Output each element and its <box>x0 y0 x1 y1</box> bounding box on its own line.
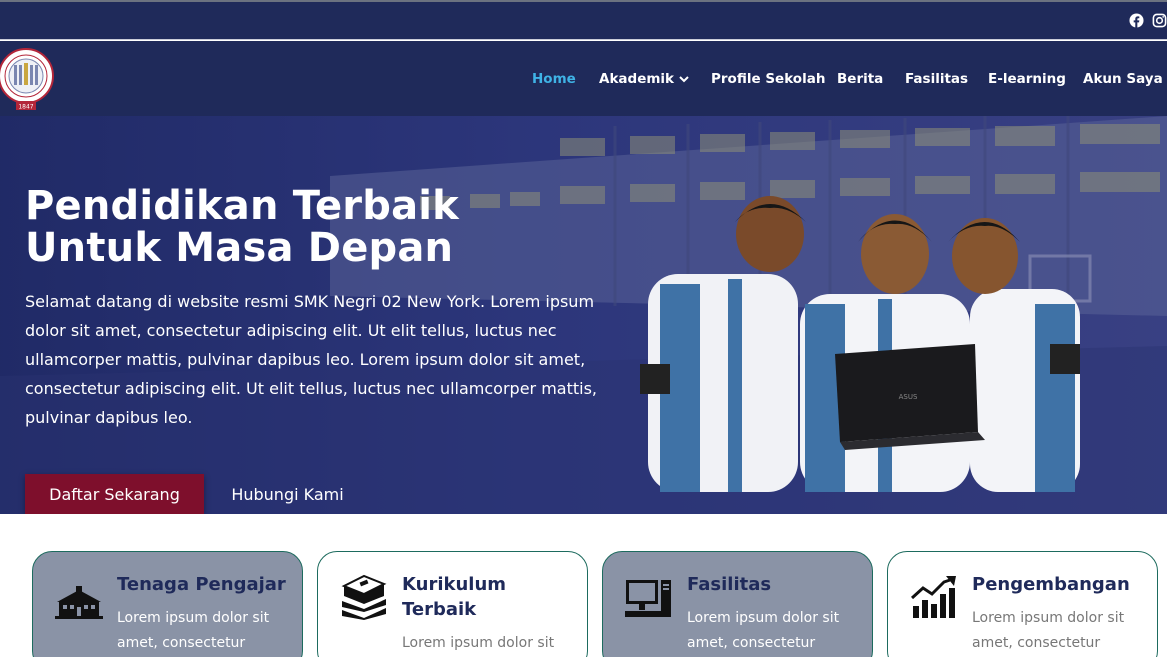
social-links <box>1129 13 1167 28</box>
card-fasilitas[interactable]: Fasilitas Lorem ipsum dolor sit amet, co… <box>602 551 873 657</box>
hero-title: Pendidikan Terbaik Untuk Masa Depan <box>25 185 585 269</box>
school-seal-logo[interactable]: 1847 <box>0 43 56 113</box>
growth-chart-icon <box>908 574 960 620</box>
chevron-down-icon <box>679 75 689 83</box>
svg-text:ASUS: ASUS <box>899 393 918 401</box>
instagram-icon[interactable] <box>1152 13 1167 28</box>
nav-akun-saya[interactable]: Akun Saya <box>1083 71 1167 87</box>
nav-fasilitas[interactable]: Fasilitas <box>905 71 988 87</box>
top-bar <box>0 0 1167 40</box>
nav-e-learning[interactable]: E-learning <box>988 71 1083 87</box>
main-navbar: 1847 Home Akademik Profile Sekolah Berit… <box>0 41 1167 116</box>
hubungi-kami-button[interactable]: Hubungi Kami <box>210 474 365 514</box>
hero-description: Selamat datang di website resmi SMK Negr… <box>25 292 598 427</box>
books-icon <box>338 574 390 620</box>
nav-profile-sekolah[interactable]: Profile Sekolah <box>711 71 837 87</box>
card-title: Kurikulum Terbaik <box>402 574 507 620</box>
card-text: Lorem ipsum dolor sit <box>402 635 555 651</box>
card-tenaga-pengajar[interactable]: Tenaga Pengajar Lorem ipsum dolor sit am… <box>32 551 303 657</box>
card-text: Lorem ipsum dolor sit <box>972 610 1125 626</box>
hero-title-line2: Untuk Masa Depan <box>25 225 454 271</box>
nav-akademik-label: Akademik <box>599 70 675 87</box>
primary-nav: Home Akademik Profile Sekolah Berita Fas… <box>532 41 1167 116</box>
nav-berita[interactable]: Berita <box>837 71 905 87</box>
card-text: Lorem ipsum dolor sit <box>687 610 840 626</box>
students-photo: ASUS <box>640 196 1080 492</box>
logo-year: 1847 <box>18 104 33 111</box>
feature-cards: Tenaga Pengajar Lorem ipsum dolor sit am… <box>0 514 1167 657</box>
card-pengembangan[interactable]: Pengembangan Lorem ipsum dolor sit amet,… <box>887 551 1158 657</box>
school-building-icon <box>53 574 105 620</box>
facebook-icon[interactable] <box>1129 13 1144 28</box>
card-title: Pengembangan <box>972 574 1130 595</box>
hero-title-line1: Pendidikan Terbaik <box>25 183 459 229</box>
nav-akademik[interactable]: Akademik <box>599 71 711 87</box>
card-text: amet, consectetur <box>687 635 816 651</box>
card-kurikulum-terbaik[interactable]: Kurikulum Terbaik Lorem ipsum dolor sit <box>317 551 588 657</box>
hero-section: Pendidikan Terbaik Untuk Masa Depan Sela… <box>0 116 1167 514</box>
computer-icon <box>623 574 675 620</box>
card-text: Lorem ipsum dolor sit <box>117 610 270 626</box>
card-title: Fasilitas <box>687 574 772 595</box>
card-text: amet, consectetur <box>117 635 246 651</box>
card-text: amet, consectetur <box>972 635 1101 651</box>
daftar-sekarang-button[interactable]: Daftar Sekarang <box>25 474 204 514</box>
card-title: Tenaga Pengajar <box>117 574 286 595</box>
nav-home[interactable]: Home <box>532 71 599 87</box>
